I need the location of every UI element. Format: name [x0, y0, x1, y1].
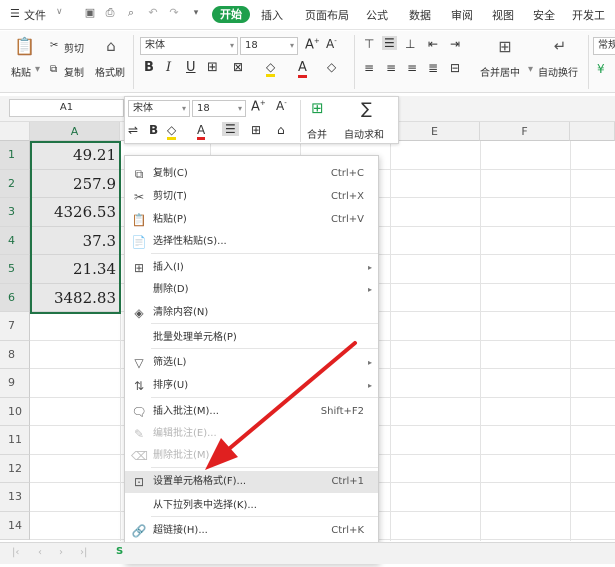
arrow-head [205, 438, 238, 470]
first-sheet-icon[interactable]: |‹ [12, 547, 19, 558]
arrow-shaft [228, 341, 357, 450]
next-sheet-icon[interactable]: › [59, 547, 63, 558]
sheet-tab[interactable]: S [116, 546, 123, 557]
sheet-tab-bar: |‹ ‹ › ›| S [0, 542, 615, 564]
annotation-arrow [205, 341, 357, 470]
prev-sheet-icon[interactable]: ‹ [38, 547, 42, 558]
last-sheet-icon[interactable]: ›| [80, 547, 87, 558]
